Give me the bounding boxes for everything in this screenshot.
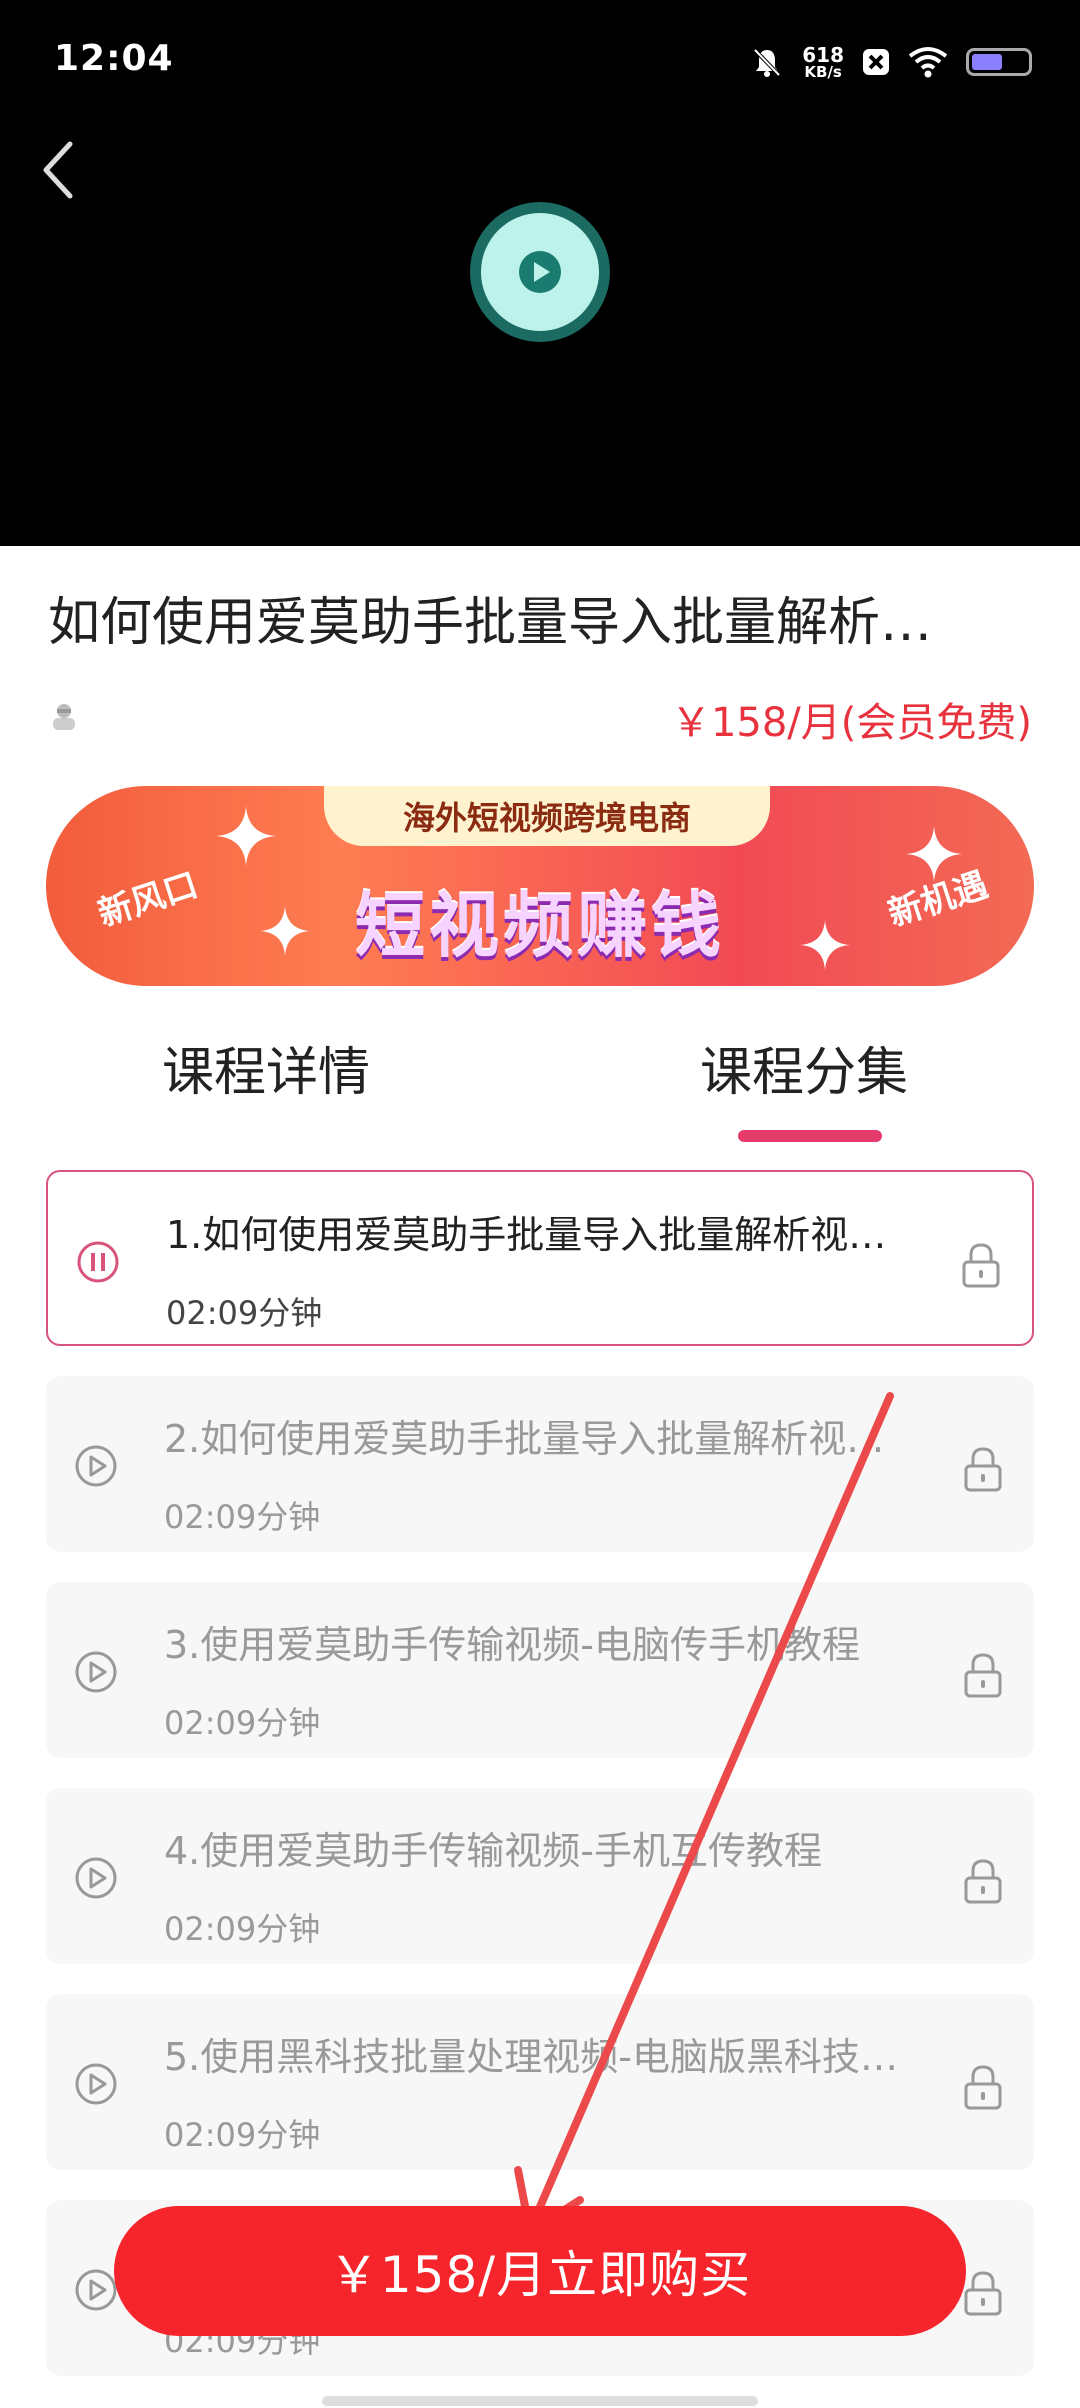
tab-course-episodes[interactable]: 课程分集 xyxy=(700,1030,908,1105)
play-icon xyxy=(519,251,561,293)
sparkle-icon xyxy=(216,806,276,866)
buy-now-button[interactable]: ￥158/月立即购买 xyxy=(114,2206,966,2336)
sparkle-icon xyxy=(906,826,962,882)
episode-item[interactable]: 3.使用爱莫助手传输视频-电脑传手机教程 02:09分钟 xyxy=(46,1582,1034,1758)
battery-icon xyxy=(966,48,1032,76)
banner-top-text: 海外短视频跨境电商 xyxy=(324,786,770,846)
episode-title: 1.如何使用爱莫助手批量导入批量解析视… xyxy=(166,1213,887,1257)
status-bar: 12:04 618 KB/s xyxy=(0,0,1080,120)
active-tab-indicator xyxy=(738,1130,882,1142)
back-button[interactable] xyxy=(26,130,90,210)
play-circle-icon xyxy=(75,1651,117,1693)
episode-duration: 02:09分钟 xyxy=(164,1498,321,1536)
lock-icon xyxy=(962,1243,1000,1288)
play-circle-icon xyxy=(75,1857,117,1899)
net-speed: 618 KB/s xyxy=(802,45,844,80)
episode-duration: 02:09分钟 xyxy=(164,1704,321,1742)
wifi-icon xyxy=(908,47,948,78)
course-tabs: 课程详情 课程分集 xyxy=(0,1030,1080,1150)
teacher-avatar-icon xyxy=(53,704,75,730)
net-speed-unit: KB/s xyxy=(804,62,842,81)
lock-icon xyxy=(964,2271,1002,2316)
net-speed-value: 618 xyxy=(802,42,844,67)
chevron-left-icon xyxy=(43,141,73,199)
play-circle-icon xyxy=(75,2063,117,2105)
episode-title: 4.使用爱莫助手传输视频-手机互传教程 xyxy=(164,1829,822,1873)
episode-item[interactable]: 4.使用爱莫助手传输视频-手机互传教程 02:09分钟 xyxy=(46,1788,1034,1964)
episode-duration: 02:09分钟 xyxy=(166,1294,323,1332)
episode-title: 2.如何使用爱莫助手批量导入批量解析视… xyxy=(164,1417,885,1461)
sparkle-icon xyxy=(800,920,850,970)
episode-item[interactable]: 5.使用黑科技批量处理视频-电脑版黑科技… 02:09分钟 xyxy=(46,1994,1034,2170)
lock-icon xyxy=(964,2065,1002,2110)
lock-icon xyxy=(964,1447,1002,1492)
mute-bell-icon xyxy=(753,48,781,77)
course-price: ￥158/月(会员免费) xyxy=(670,700,1032,746)
banner-main-text: 短视频赚钱 xyxy=(355,885,725,967)
pause-icon xyxy=(77,1241,119,1283)
episode-item[interactable]: 1.如何使用爱莫助手批量导入批量解析视… 02:09分钟 xyxy=(46,1170,1034,1346)
status-time: 12:04 xyxy=(54,38,174,79)
play-circle-icon xyxy=(75,2269,117,2311)
course-title: 如何使用爱莫助手批量导入批量解析… xyxy=(48,593,933,653)
episode-title: 5.使用黑科技批量处理视频-电脑版黑科技… xyxy=(164,2035,898,2079)
lock-icon xyxy=(964,1653,1002,1698)
app-notification-icon xyxy=(863,49,889,75)
lock-icon xyxy=(964,1859,1002,1904)
episode-duration: 02:09分钟 xyxy=(164,1910,321,1948)
episode-item[interactable]: 2.如何使用爱莫助手批量导入批量解析视… 02:09分钟 xyxy=(46,1376,1034,1552)
status-icons: 618 KB/s xyxy=(750,38,1032,86)
play-circle-icon xyxy=(75,1445,117,1487)
home-indicator xyxy=(322,2396,758,2406)
sparkle-icon xyxy=(260,906,310,956)
video-player[interactable]: 12:04 618 KB/s xyxy=(0,0,1080,546)
episode-title: 3.使用爱莫助手传输视频-电脑传手机教程 xyxy=(164,1623,860,1667)
tab-course-details[interactable]: 课程详情 xyxy=(162,1030,370,1105)
episode-duration: 02:09分钟 xyxy=(164,2116,321,2154)
promo-banner[interactable]: 海外短视频跨境电商 新风口 短视频赚钱 新机遇 xyxy=(46,786,1034,986)
video-play-button[interactable] xyxy=(470,202,610,342)
